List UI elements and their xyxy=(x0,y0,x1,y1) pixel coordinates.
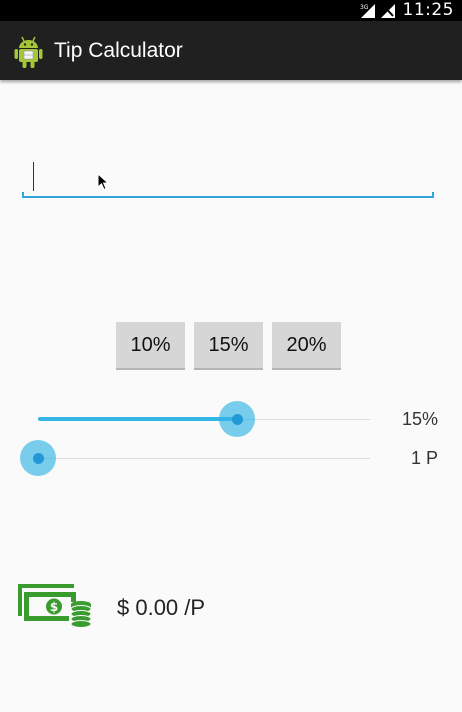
bill-amount-input[interactable] xyxy=(22,150,434,196)
people-count-label: 1 P xyxy=(410,448,438,468)
status-time: 11:25 xyxy=(402,0,454,20)
android-icon xyxy=(14,36,43,68)
status-bar: 3G 11:25 xyxy=(0,0,462,21)
tip-10-button[interactable]: 10% xyxy=(116,322,185,370)
slider-track xyxy=(38,458,370,459)
app-title: Tip Calculator xyxy=(54,39,183,62)
slider-thumb-dot xyxy=(231,413,243,425)
input-underline-left-tick xyxy=(22,192,24,198)
tip-percent-label: 15% xyxy=(401,409,438,429)
action-bar: Tip Calculator xyxy=(0,21,462,80)
mouse-pointer-icon xyxy=(97,173,109,191)
input-underline-right-tick xyxy=(432,192,434,198)
input-underline xyxy=(22,196,434,198)
tip-15-button[interactable]: 15% xyxy=(194,322,263,370)
text-caret xyxy=(33,162,34,191)
signal-no-service-icon xyxy=(381,4,395,18)
svg-text:$: $ xyxy=(50,600,58,614)
per-person-amount: $ 0.00 /P xyxy=(117,595,206,620)
tip-20-button[interactable]: 20% xyxy=(272,322,341,370)
bill-input-container[interactable] xyxy=(22,150,434,198)
slider-fill xyxy=(38,417,238,421)
money-stack-icon: $ xyxy=(18,584,93,628)
signal-3g-icon: 3G xyxy=(360,4,375,18)
slider-thumb-dot xyxy=(32,452,44,464)
status-icons: 3G xyxy=(360,2,396,19)
tip-percent-slider[interactable] xyxy=(38,399,370,439)
people-count-slider[interactable] xyxy=(20,438,370,478)
network-label: 3G xyxy=(360,4,369,11)
